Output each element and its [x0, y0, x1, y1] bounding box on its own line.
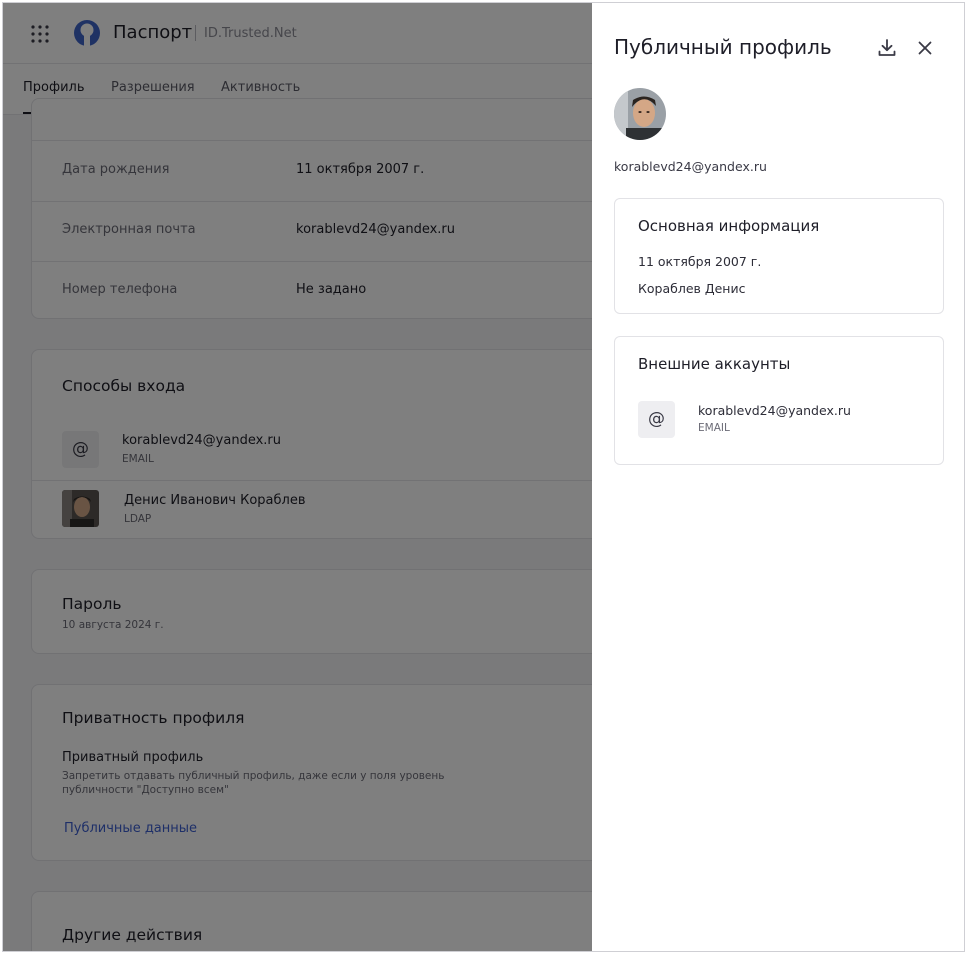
at-icon: @	[638, 401, 675, 438]
main-info-card: Основная информация 11 октября 2007 г. К…	[614, 198, 944, 314]
close-icon[interactable]	[913, 36, 937, 60]
browser-frame: Паспорт ID.Trusted.Net Профиль Разрешени…	[2, 2, 965, 952]
download-icon[interactable]	[875, 36, 899, 60]
main-info-birth-date: 11 октября 2007 г.	[638, 254, 762, 269]
external-account-type: EMAIL	[698, 422, 730, 434]
external-accounts-card: Внешние аккаунты @ korablevd24@yandex.ru…	[614, 336, 944, 465]
main-info-title: Основная информация	[638, 217, 820, 235]
main-info-name: Кораблев Денис	[638, 281, 746, 296]
external-account-item[interactable]: @ korablevd24@yandex.ru EMAIL	[615, 399, 943, 439]
panel-title: Публичный профиль	[614, 35, 832, 59]
external-account-name: korablevd24@yandex.ru	[698, 403, 851, 418]
avatar	[614, 88, 666, 140]
panel-email: korablevd24@yandex.ru	[614, 159, 767, 174]
public-profile-panel: Публичный профиль korablevd24@yandex.ru	[592, 3, 964, 951]
external-accounts-title: Внешние аккаунты	[638, 355, 791, 373]
